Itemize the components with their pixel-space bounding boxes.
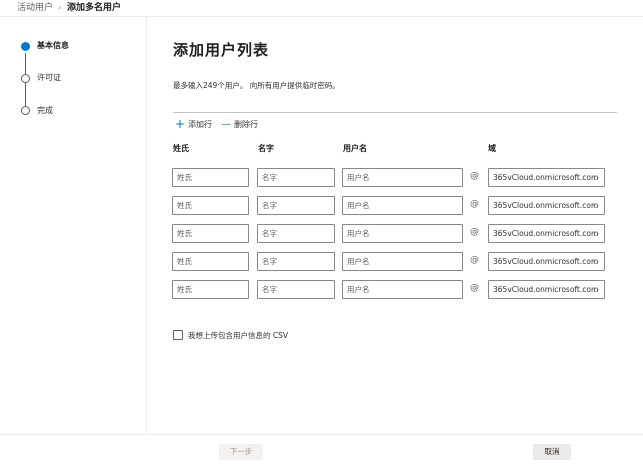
column-header-last-name: 姓氏	[173, 144, 189, 153]
domain-dropdown[interactable]: 365vCloud.onmicrosoft.com ⌵	[488, 280, 605, 299]
minus-icon: —	[221, 119, 231, 130]
domain-value: 365vCloud.onmicrosoft.com	[493, 229, 599, 238]
csv-upload-label[interactable]: 我想上传包含用户信息的 CSV	[188, 330, 288, 341]
domain-dropdown[interactable]: 365vCloud.onmicrosoft.com ⌵	[488, 196, 605, 215]
user-row: 姓氏 名字 用户名 @ 365vCloud.onmicrosoft.com ⌵	[0, 280, 643, 299]
step-connector	[25, 83, 26, 106]
domain-value: 365vCloud.onmicrosoft.com	[493, 173, 599, 182]
page-title: 添加用户列表	[173, 41, 270, 59]
delete-row-button[interactable]: — 删除行	[221, 119, 258, 131]
domain-dropdown[interactable]: 365vCloud.onmicrosoft.com ⌵	[488, 168, 605, 187]
page-description: 最多输入249个用户。 向所有用户提供临时密码。	[173, 81, 340, 90]
breadcrumb-current: 添加多名用户	[67, 3, 122, 13]
chevron-down-icon: ⌵	[592, 257, 599, 266]
user-row: 姓氏 名字 用户名 @ 365vCloud.onmicrosoft.com ⌵	[0, 224, 643, 243]
footer-bar: 下一步 取消	[0, 434, 643, 466]
add-row-label: 添加行	[188, 120, 213, 129]
domain-value: 365vCloud.onmicrosoft.com	[493, 201, 599, 210]
step-indicator-finish	[21, 106, 30, 115]
chevron-down-icon: ⌵	[592, 201, 599, 210]
add-row-button[interactable]: + 添加行	[175, 117, 213, 131]
step-label-licenses: 许可证	[37, 73, 61, 82]
first-name-input[interactable]: 名字	[257, 196, 335, 215]
step-label-basics: 基本信息	[37, 41, 69, 50]
username-input[interactable]: 用户名	[342, 252, 463, 271]
cancel-button[interactable]: 取消	[533, 444, 571, 460]
domain-value: 365vCloud.onmicrosoft.com	[493, 257, 599, 266]
step-label-finish: 完成	[37, 106, 53, 115]
at-sign: @	[470, 255, 479, 265]
plus-icon: +	[175, 117, 186, 131]
last-name-input[interactable]: 姓氏	[172, 252, 249, 271]
chevron-down-icon: ⌵	[592, 229, 599, 238]
step-indicator-basics	[21, 42, 30, 51]
first-name-input[interactable]: 名字	[257, 280, 335, 299]
username-input[interactable]: 用户名	[342, 196, 463, 215]
delete-row-label: 删除行	[234, 120, 258, 129]
username-input[interactable]: 用户名	[342, 168, 463, 187]
at-sign: @	[470, 283, 479, 293]
user-row: 姓氏 名字 用户名 @ 365vCloud.onmicrosoft.com ⌵	[0, 252, 643, 271]
domain-dropdown[interactable]: 365vCloud.onmicrosoft.com ⌵	[488, 224, 605, 243]
breadcrumb-active-users-link[interactable]: 活动用户	[17, 2, 53, 14]
next-button[interactable]: 下一步	[219, 444, 263, 460]
csv-upload-checkbox[interactable]	[173, 330, 183, 340]
first-name-input[interactable]: 名字	[257, 252, 335, 271]
domain-dropdown[interactable]: 365vCloud.onmicrosoft.com ⌵	[488, 252, 605, 271]
last-name-input[interactable]: 姓氏	[172, 280, 249, 299]
username-input[interactable]: 用户名	[342, 280, 463, 299]
step-indicator-licenses	[21, 74, 30, 83]
step-connector	[25, 53, 26, 74]
at-sign: @	[470, 199, 479, 209]
at-sign: @	[470, 227, 479, 237]
last-name-input[interactable]: 姓氏	[172, 168, 249, 187]
first-name-input[interactable]: 名字	[257, 224, 335, 243]
column-header-first-name: 名字	[258, 144, 274, 153]
breadcrumb: 活动用户 › 添加多名用户	[0, 0, 643, 17]
chevron-down-icon: ⌵	[592, 285, 599, 294]
first-name-input[interactable]: 名字	[257, 168, 335, 187]
at-sign: @	[470, 171, 479, 181]
domain-value: 365vCloud.onmicrosoft.com	[493, 285, 599, 294]
user-row: 姓氏 名字 用户名 @ 365vCloud.onmicrosoft.com ⌵	[0, 196, 643, 215]
chevron-down-icon: ⌵	[592, 173, 599, 182]
user-row: 姓氏 名字 用户名 @ 365vCloud.onmicrosoft.com ⌵	[0, 168, 643, 187]
last-name-input[interactable]: 姓氏	[172, 224, 249, 243]
divider	[173, 112, 617, 113]
last-name-input[interactable]: 姓氏	[172, 196, 249, 215]
chevron-right-icon: ›	[58, 3, 62, 12]
username-input[interactable]: 用户名	[342, 224, 463, 243]
column-header-domain: 域	[488, 144, 496, 153]
column-header-username: 用户名	[343, 144, 367, 153]
